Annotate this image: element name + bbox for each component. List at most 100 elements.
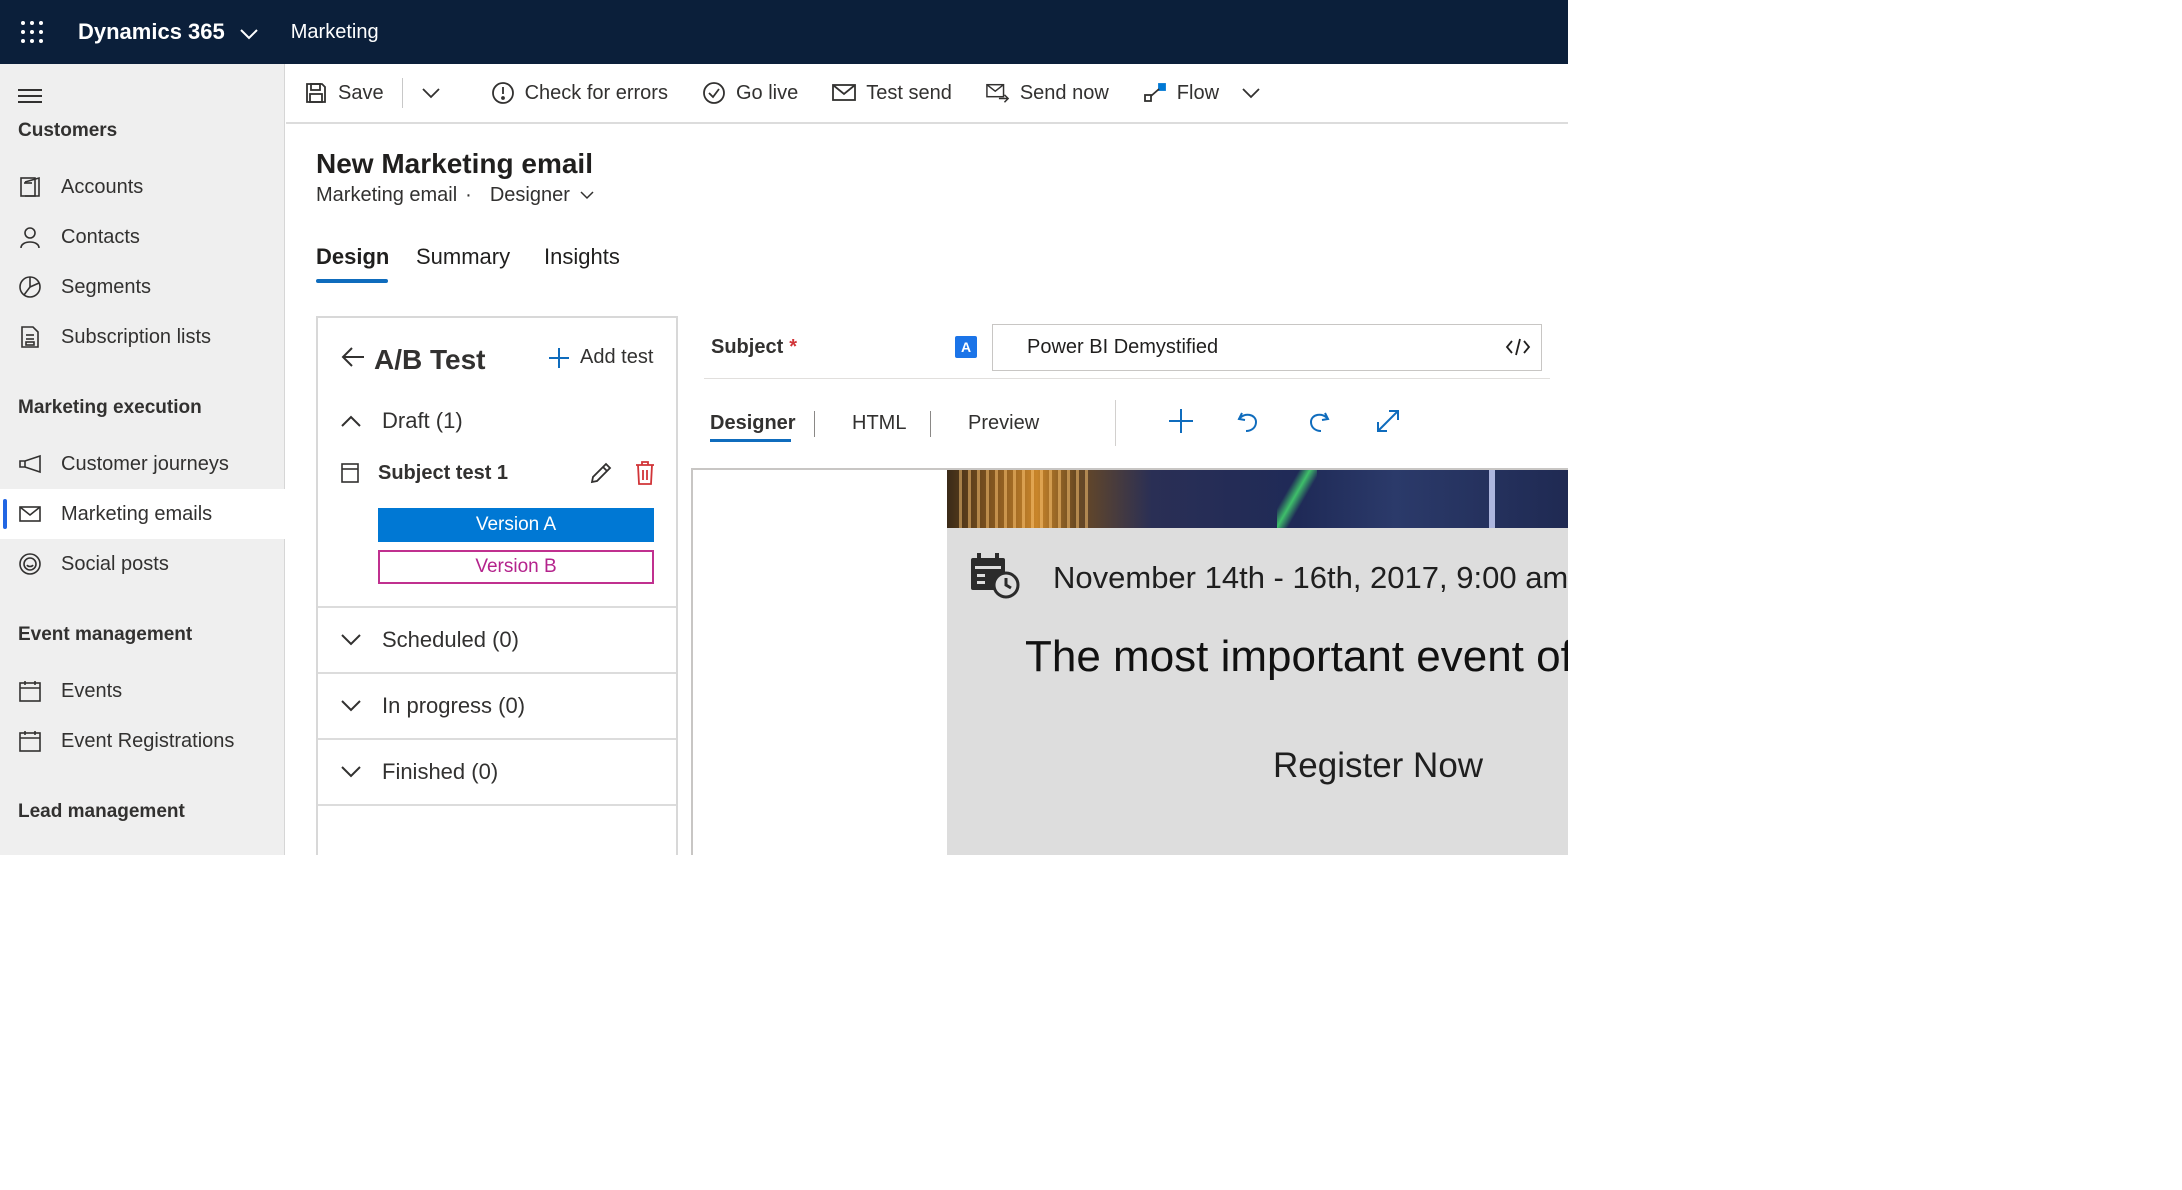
group-title-lead-management: Lead management bbox=[18, 801, 185, 822]
chevron-up-icon bbox=[340, 414, 364, 428]
sidebar-item-label: Marketing emails bbox=[61, 502, 213, 525]
save-icon bbox=[304, 81, 328, 105]
hero-image bbox=[947, 470, 1568, 528]
divider bbox=[318, 804, 676, 806]
smiley-icon bbox=[17, 551, 43, 577]
tab-design[interactable]: Design bbox=[316, 244, 389, 270]
expand-icon[interactable] bbox=[1373, 406, 1403, 436]
tab-preview[interactable]: Preview bbox=[968, 412, 1039, 435]
sidebar-item-label: Social posts bbox=[61, 552, 169, 575]
check-for-errors-button[interactable]: Check for errors bbox=[491, 63, 668, 123]
tab-insights[interactable]: Insights bbox=[544, 244, 620, 270]
subject-field[interactable]: Power BI Demystified bbox=[992, 324, 1542, 371]
mail-icon bbox=[832, 81, 857, 105]
sidebar-item-contacts[interactable]: Contacts bbox=[0, 212, 285, 262]
flow-dropdown[interactable] bbox=[1239, 63, 1273, 123]
page-title: New Marketing email bbox=[316, 148, 593, 179]
app-name[interactable]: Dynamics 365 bbox=[78, 19, 225, 45]
divider bbox=[930, 411, 931, 437]
sidebar-item-customer-journeys[interactable]: Customer journeys bbox=[0, 439, 285, 489]
sidebar-item-segments[interactable]: Segments bbox=[0, 262, 285, 312]
save-label: Save bbox=[338, 81, 384, 104]
sidebar-item-marketing-emails[interactable]: Marketing emails bbox=[0, 489, 285, 539]
go-live-label: Go live bbox=[735, 81, 799, 104]
group-title-marketing-execution: Marketing execution bbox=[18, 397, 202, 418]
megaphone-icon bbox=[17, 451, 43, 477]
sidebar-item-event-registrations[interactable]: Event Registrations bbox=[0, 716, 285, 766]
send-now-label: Send now bbox=[1019, 81, 1109, 104]
area-name[interactable]: Marketing bbox=[291, 21, 379, 44]
ab-test-item[interactable]: Subject test 1 bbox=[340, 460, 656, 486]
send-mail-icon bbox=[986, 81, 1010, 105]
active-tab-indicator bbox=[710, 439, 791, 442]
tab-html[interactable]: HTML bbox=[852, 412, 906, 435]
add-test-label: Add test bbox=[580, 346, 654, 368]
ab-test-title: A/B Test bbox=[374, 344, 486, 375]
code-icon[interactable] bbox=[1505, 335, 1531, 359]
section-draft[interactable]: Draft (1) bbox=[318, 408, 676, 434]
sidebar-item-accounts[interactable]: Accounts bbox=[0, 162, 285, 212]
section-scheduled[interactable]: Scheduled (0) bbox=[318, 608, 676, 672]
check-circle-icon bbox=[702, 81, 726, 105]
edit-pencil-icon[interactable] bbox=[588, 460, 614, 486]
active-tab-indicator bbox=[316, 279, 388, 283]
redo-icon[interactable] bbox=[1304, 406, 1334, 436]
sidebar-item-label: Events bbox=[61, 679, 123, 702]
go-live-button[interactable]: Go live bbox=[702, 63, 798, 123]
chevron-down-icon[interactable] bbox=[239, 28, 259, 40]
section-label: In progress (0) bbox=[382, 693, 526, 718]
app-launcher-icon[interactable] bbox=[2, 0, 62, 64]
test-send-button[interactable]: Test send bbox=[832, 63, 952, 123]
top-navigation-bar: Dynamics 365 Marketing bbox=[0, 0, 1568, 64]
email-preview: November 14th - 16th, 2017, 9:00 am The … bbox=[947, 470, 1568, 855]
sidebar-item-label: Event Registrations bbox=[61, 729, 235, 752]
calendar-clock-icon bbox=[969, 552, 1021, 600]
version-b-button[interactable]: Version B bbox=[378, 550, 654, 584]
flow-icon bbox=[1143, 81, 1167, 105]
back-arrow-icon[interactable] bbox=[340, 344, 366, 370]
calendar-icon bbox=[17, 728, 43, 754]
email-design-canvas[interactable]: November 14th - 16th, 2017, 9:00 am The … bbox=[691, 468, 1568, 855]
flow-label: Flow bbox=[1176, 81, 1220, 104]
save-button[interactable]: Save bbox=[304, 63, 384, 123]
group-title-event-management: Event management bbox=[18, 624, 193, 645]
version-a-button[interactable]: Version A bbox=[378, 508, 654, 542]
flow-button[interactable]: Flow bbox=[1143, 63, 1219, 123]
subject-ab-badge[interactable]: A bbox=[955, 336, 977, 358]
add-test-button[interactable]: Add test bbox=[548, 346, 653, 369]
divider bbox=[401, 78, 403, 108]
segments-icon bbox=[17, 274, 43, 300]
event-date-text: November 14th - 16th, 2017, 9:00 am bbox=[1053, 560, 1568, 595]
sidebar-item-subscription-lists[interactable]: Subscription lists bbox=[0, 312, 285, 362]
form-selector[interactable]: Designer bbox=[490, 184, 570, 207]
tab-summary[interactable]: Summary bbox=[416, 244, 510, 270]
divider bbox=[1115, 400, 1116, 446]
section-in-progress[interactable]: In progress (0) bbox=[318, 674, 676, 738]
hamburger-menu-icon[interactable] bbox=[18, 88, 42, 104]
delete-trash-icon[interactable] bbox=[634, 460, 656, 486]
undo-icon[interactable] bbox=[1233, 406, 1263, 436]
record-subtitle: Marketing email · Designer bbox=[316, 184, 594, 207]
subscription-list-icon bbox=[17, 324, 43, 350]
register-now-link[interactable]: Register Now bbox=[1273, 746, 1483, 786]
subject-label: Subject * bbox=[711, 336, 798, 358]
save-options-dropdown[interactable] bbox=[419, 63, 453, 123]
subject-value: Power BI Demystified bbox=[1027, 336, 1219, 358]
ab-test-panel: A/B Test Add test Draft (1) Subject test… bbox=[316, 316, 678, 855]
sidebar-item-label: Segments bbox=[61, 275, 152, 298]
chevron-down-icon bbox=[340, 699, 364, 713]
sidebar-item-social-posts[interactable]: Social posts bbox=[0, 539, 285, 589]
sidebar-item-label: Accounts bbox=[61, 175, 144, 198]
sidebar-item-label: Contacts bbox=[61, 225, 140, 248]
chevron-down-icon[interactable] bbox=[580, 191, 594, 200]
contact-icon bbox=[17, 224, 43, 250]
test-document-icon bbox=[340, 462, 360, 484]
command-bar: Save Check for errors Go live Test send … bbox=[286, 64, 1568, 124]
section-finished[interactable]: Finished (0) bbox=[318, 740, 676, 804]
send-now-button[interactable]: Send now bbox=[986, 63, 1109, 123]
test-send-label: Test send bbox=[866, 81, 952, 104]
entity-name: Marketing email bbox=[316, 184, 458, 206]
sidebar-item-events[interactable]: Events bbox=[0, 666, 285, 716]
tab-designer[interactable]: Designer bbox=[710, 412, 796, 435]
add-icon[interactable] bbox=[1166, 406, 1196, 436]
